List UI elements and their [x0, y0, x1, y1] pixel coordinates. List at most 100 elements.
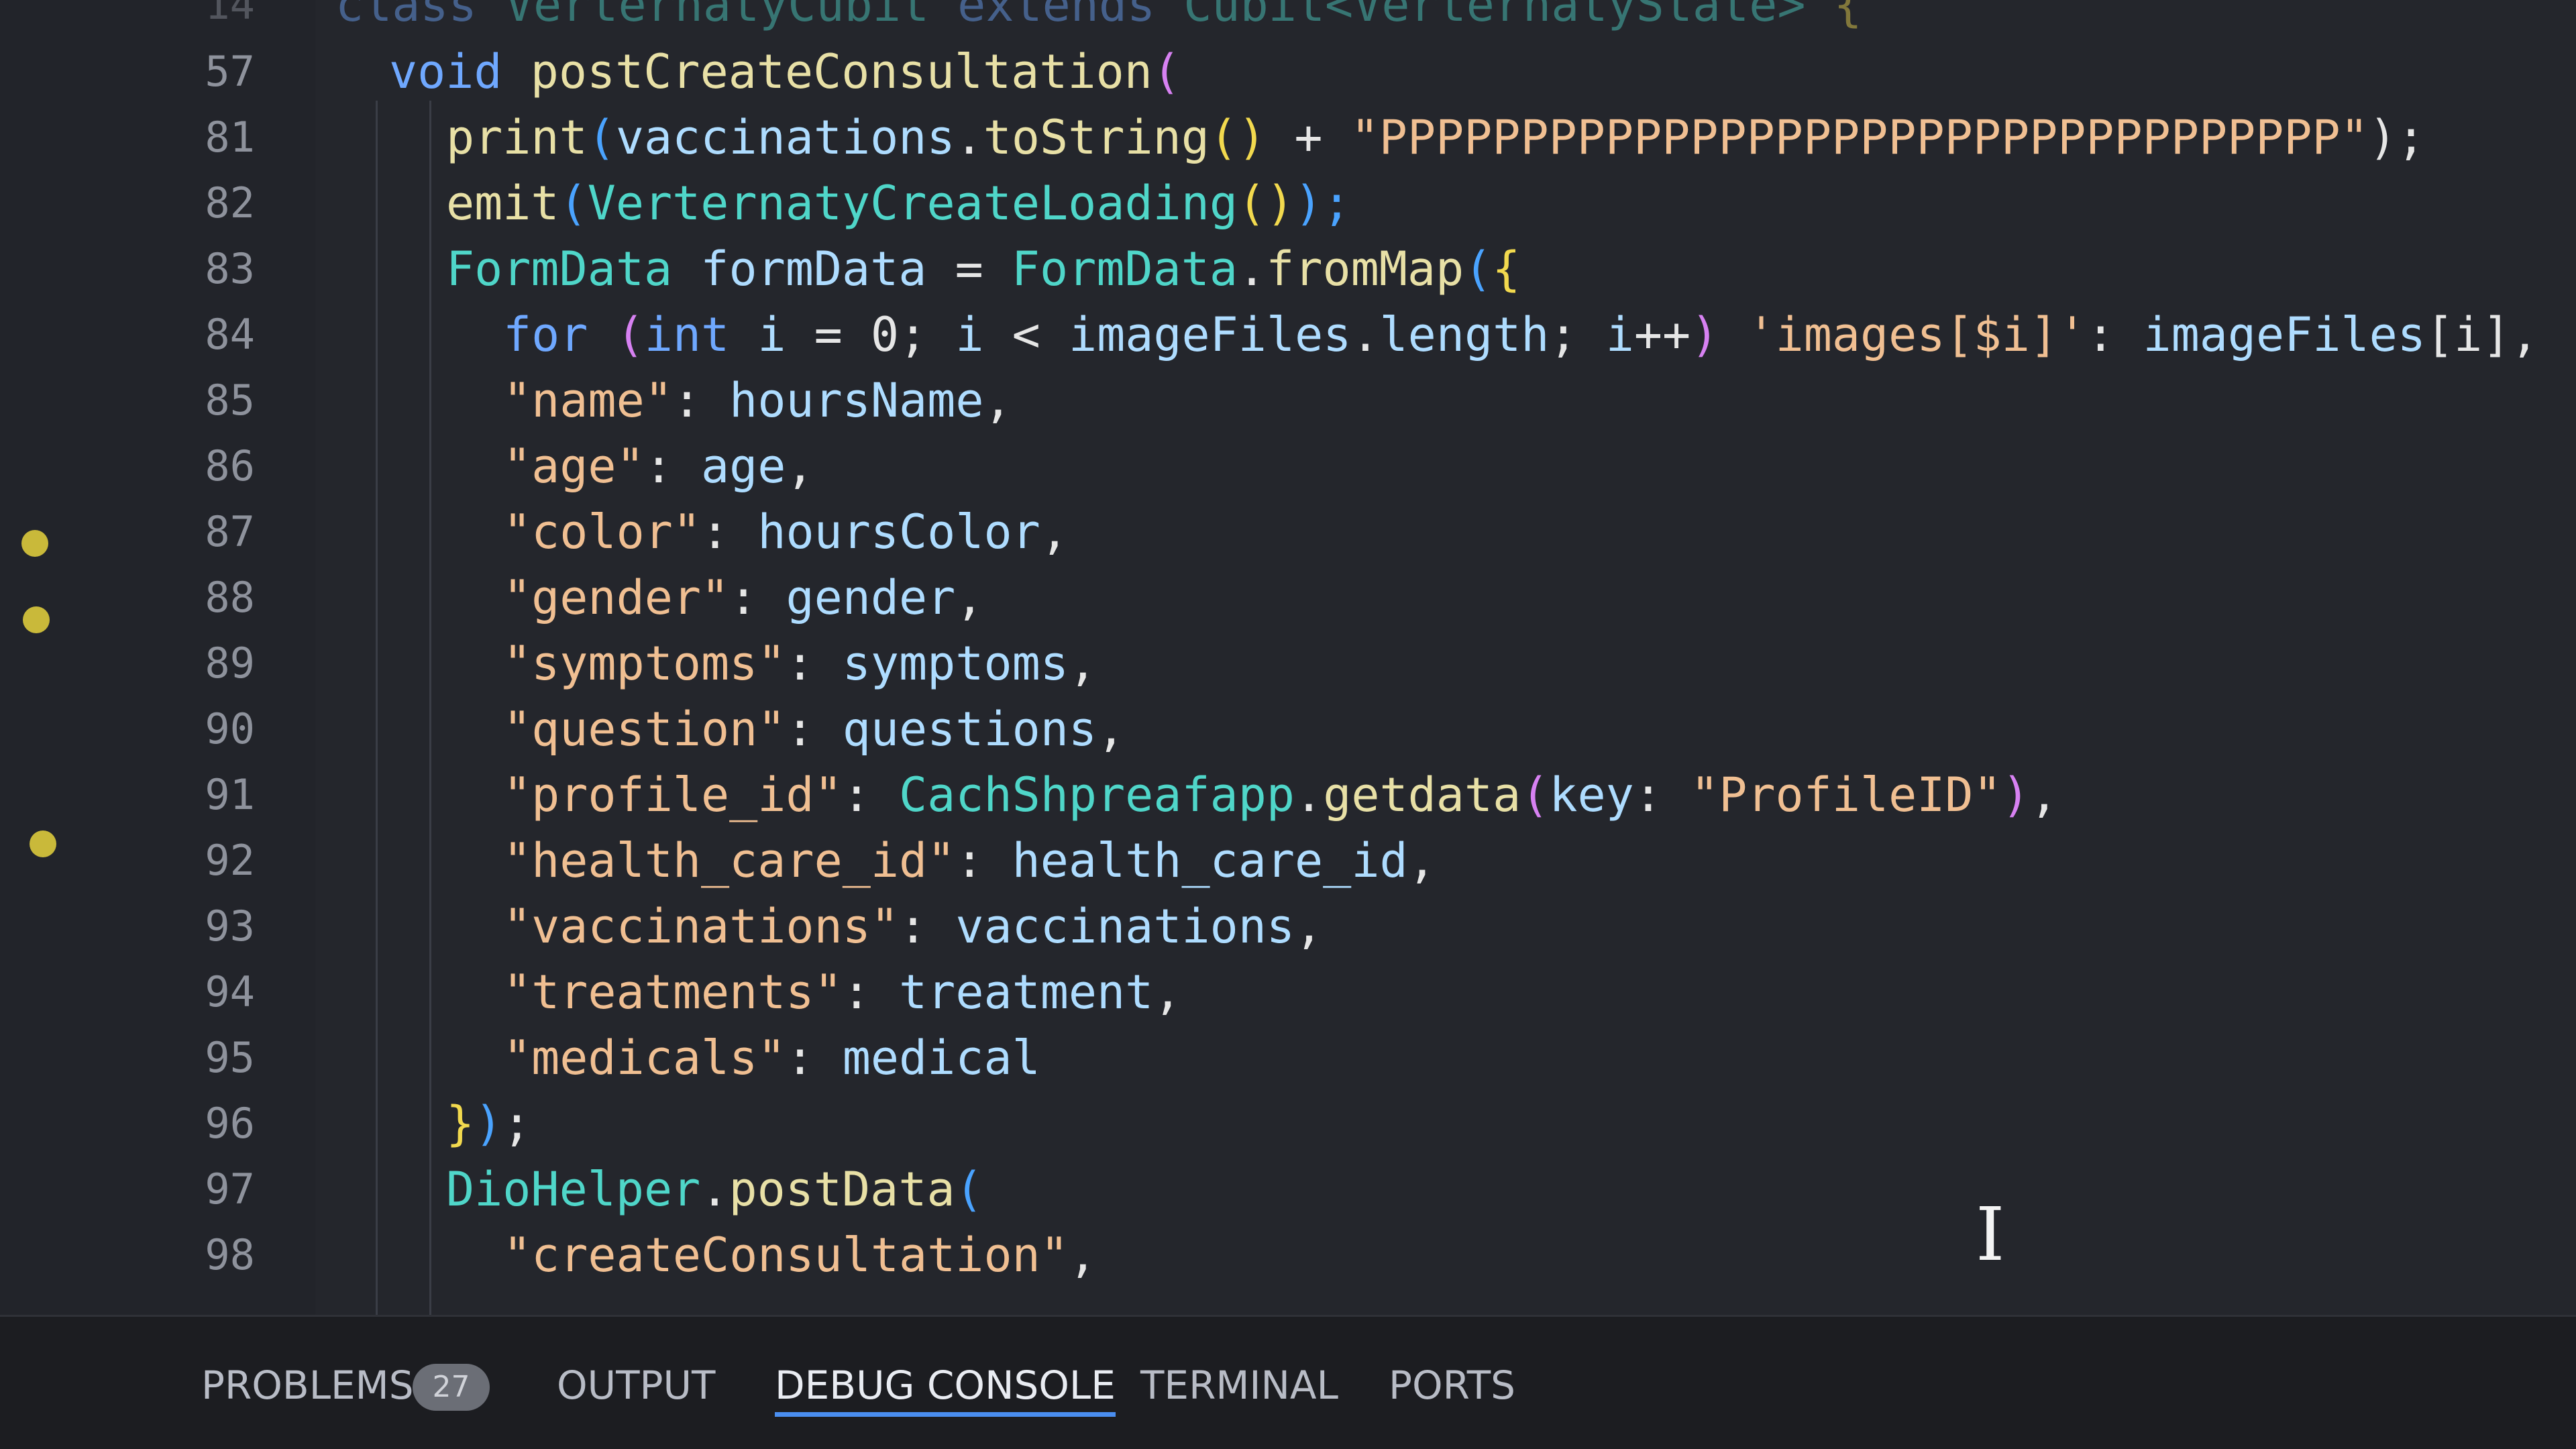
line-code: "gender": gender,	[503, 570, 983, 625]
code-token: "ProfileID"	[1690, 767, 2002, 822]
code-token: .	[955, 110, 983, 165]
code-token: class	[335, 0, 505, 32]
code-token: emit	[446, 176, 559, 231]
code-token: :	[842, 965, 900, 1020]
code-token: "vaccinations"	[503, 899, 900, 954]
code-token: FormData	[446, 241, 701, 297]
code-token: "createConsultation"	[503, 1228, 1069, 1283]
code-line[interactable]: 85 "name": hoursName,	[0, 368, 2576, 433]
tab-terminal[interactable]: TERMINAL	[1140, 1358, 1338, 1412]
code-token: {	[1833, 0, 1862, 32]
code-line[interactable]: 94 "treatments": treatment,	[0, 959, 2576, 1025]
code-line[interactable]: 97 DioHelper.postData(	[0, 1157, 2576, 1222]
code-line[interactable]: 84 for (int i = 0; i < imageFiles.length;…	[0, 302, 2576, 368]
code-token: ;	[502, 1096, 531, 1151]
code-line[interactable]: 81 print(vaccinations.toString() + "PPPPP…	[0, 105, 2576, 170]
line-number: 94	[205, 967, 255, 1016]
code-line[interactable]: 90 "question": questions,	[0, 696, 2576, 762]
code-token: +	[1266, 110, 1351, 165]
line-number: 97	[205, 1165, 255, 1214]
line-number: 95	[205, 1033, 255, 1082]
problems-count-badge: 27	[413, 1364, 490, 1411]
code-token: :	[729, 570, 786, 625]
code-token: ,	[1153, 965, 1182, 1020]
line-code: });	[446, 1096, 531, 1151]
code-editor[interactable]: 14 class VerternatyCubit extends Cubit<Ve…	[0, 0, 2576, 1315]
code-token: formData	[700, 241, 927, 297]
code-token: ++	[1633, 307, 1691, 362]
code-token: (	[587, 110, 616, 165]
code-token: ;	[1549, 307, 1606, 362]
code-token: {	[1492, 241, 1521, 297]
code-token: .	[700, 1162, 729, 1217]
code-token: toString	[983, 110, 1210, 165]
line-code: class VerternatyCubit extends Cubit<Vert…	[335, 0, 1862, 32]
code-token: "age"	[503, 439, 645, 494]
line-number: 85	[205, 376, 255, 425]
code-token: =	[926, 241, 1012, 297]
code-token: vaccinations	[955, 899, 1295, 954]
code-line[interactable]: 96});	[0, 1091, 2576, 1157]
code-line[interactable]: 93 "vaccinations": vaccinations,	[0, 894, 2576, 959]
tab-output[interactable]: OUTPUT	[557, 1358, 715, 1412]
code-token: (	[1464, 241, 1493, 297]
code-line[interactable]: 14 class VerternatyCubit extends Cubit<Ve…	[0, 0, 2576, 38]
code-token: hoursColor	[757, 504, 1040, 559]
code-token: ,	[1040, 504, 1069, 559]
code-line[interactable]: 88 "gender": gender,	[0, 565, 2576, 631]
line-number: 86	[205, 441, 255, 490]
line-code: FormData formData = FormData.fromMap({	[446, 241, 1521, 297]
code-token: ,	[1407, 833, 1436, 888]
code-token: ,	[1068, 1228, 1097, 1283]
code-line[interactable]: 91 "profile_id": CachShpreafapp.getdata(k…	[0, 762, 2576, 828]
code-token: ,	[1295, 899, 1324, 954]
code-token: length	[1379, 307, 1550, 362]
tab-debug-console[interactable]: DEBUG CONSOLE	[775, 1358, 1116, 1417]
tab-problems[interactable]: PROBLEMS	[201, 1358, 414, 1412]
code-token: )	[1690, 307, 1748, 362]
line-code: "health_care_id": health_care_id,	[503, 833, 1436, 888]
code-token: "symptoms"	[503, 636, 786, 691]
code-token: ,	[1068, 636, 1097, 691]
line-code: "profile_id": CachShpreafapp.getdata(key…	[503, 767, 2058, 822]
line-number: 91	[205, 770, 255, 819]
code-token: "profile_id"	[503, 767, 843, 822]
code-token: Cubit	[1183, 0, 1326, 32]
code-token: void	[389, 44, 531, 99]
line-code: "vaccinations": vaccinations,	[503, 899, 1323, 954]
line-number: 93	[205, 902, 255, 951]
code-token: :	[701, 504, 758, 559]
code-line[interactable]: 57 void postCreateConsultation(	[0, 39, 2576, 105]
line-code: "question": questions,	[503, 702, 1125, 757]
code-token: :	[786, 636, 843, 691]
tab-ports[interactable]: PORTS	[1389, 1358, 1515, 1412]
code-token: "PPPPPPPPPPPPPPPPPPPPPPPPPPPPPPPPPP"	[1350, 110, 2369, 165]
code-line[interactable]: 92 "health_care_id": health_care_id,	[0, 828, 2576, 894]
line-number: 14	[205, 0, 255, 29]
code-line[interactable]: 95 "medicals": medical	[0, 1025, 2576, 1091]
code-line[interactable]: 98 "createConsultation",	[0, 1222, 2576, 1288]
line-number: 57	[205, 47, 255, 96]
code-token: medical	[842, 1030, 1040, 1085]
code-token: <	[983, 307, 1069, 362]
code-line[interactable]: 86 "age": age,	[0, 433, 2576, 499]
code-token: imageFiles	[1068, 307, 1352, 362]
code-line[interactable]: 83 FormData formData = FormData.fromMap({	[0, 236, 2576, 302]
code-token: fromMap	[1266, 241, 1464, 297]
code-token: i	[757, 307, 786, 362]
line-number: 81	[205, 113, 255, 162]
line-code: "medicals": medical	[503, 1030, 1040, 1085]
code-token: "name"	[503, 373, 673, 428]
modified-line-indicator	[21, 530, 48, 557]
line-number: 89	[205, 639, 255, 688]
line-number: 98	[205, 1230, 255, 1279]
code-line[interactable]: 89 "symptoms": symptoms,	[0, 631, 2576, 696]
code-line[interactable]: 82 emit(VerternatyCreateLoading());	[0, 170, 2576, 236]
code-token: FormData	[1011, 241, 1238, 297]
code-token: = 0;	[786, 307, 956, 362]
panel-tab-bar: PROBLEMS 27 OUTPUT DEBUG CONSOLE TERMINA…	[0, 1315, 2576, 1449]
code-line[interactable]: 87 "color": hoursColor,	[0, 499, 2576, 565]
code-token: treatment	[899, 965, 1154, 1020]
code-token: "health_care_id"	[503, 833, 956, 888]
code-token: "medicals"	[503, 1030, 786, 1085]
